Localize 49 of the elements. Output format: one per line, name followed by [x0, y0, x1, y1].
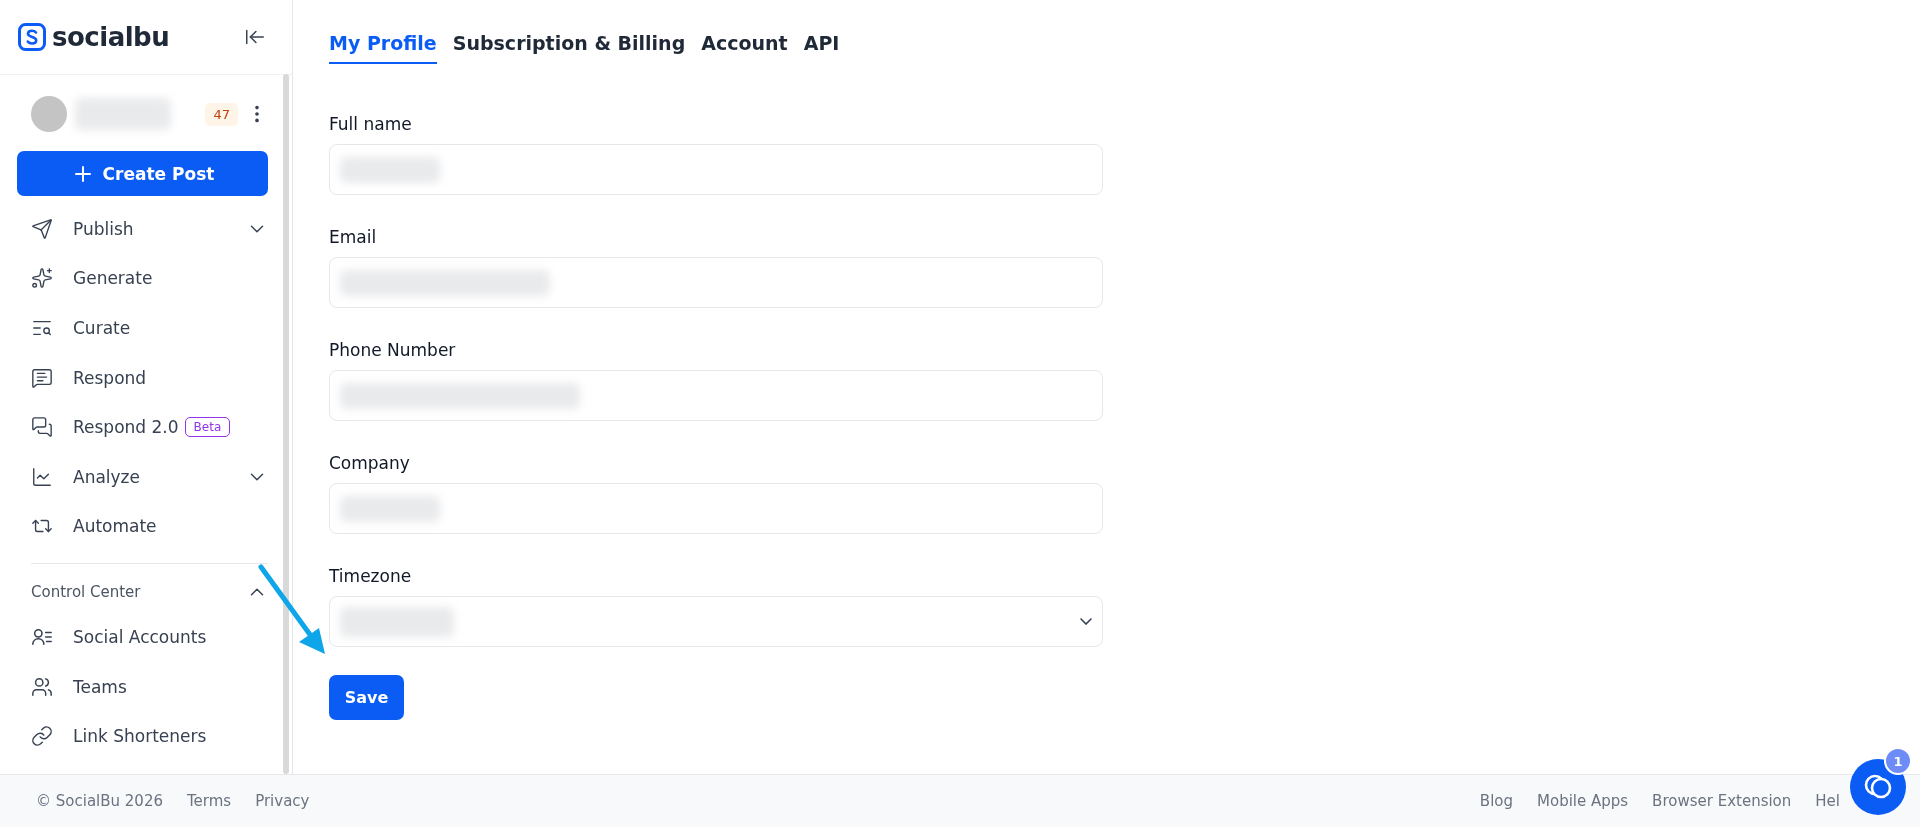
save-button[interactable]: Save: [329, 675, 404, 720]
field-label: Full name: [329, 114, 413, 134]
logo-text: socialbu: [52, 22, 170, 52]
footer-link[interactable]: Terms: [187, 792, 232, 810]
paper-plane-icon: [31, 217, 53, 240]
beta-tag: Beta: [184, 417, 231, 438]
sparkles-icon: [31, 267, 53, 290]
input-field[interactable]: [329, 483, 1103, 534]
footer-link[interactable]: Blog: [1479, 792, 1513, 810]
nav-item[interactable]: Link Shorteners: [73, 726, 207, 747]
count-badge: 47: [205, 102, 238, 126]
nav-item[interactable]: Curate: [73, 318, 131, 338]
nav-item[interactable]: Generate: [73, 268, 153, 289]
tab[interactable]: Subscription & Billing: [452, 24, 686, 64]
notification-badge: 1: [1884, 747, 1912, 775]
footer-link[interactable]: Privacy: [255, 792, 310, 810]
logo-icon: [18, 23, 46, 51]
copyright-text: © SocialBu 2026: [36, 792, 163, 810]
footer-link[interactable]: Mobile Apps: [1537, 792, 1629, 810]
input-field[interactable]: [329, 144, 1103, 195]
field-label: Email: [329, 227, 378, 247]
people-icon: [31, 675, 53, 698]
link-icon: [31, 725, 53, 748]
footer-link[interactable]: Browser Extension: [1652, 792, 1792, 810]
nav-item[interactable]: Publish: [73, 218, 134, 239]
section-title: Control Center: [31, 583, 141, 602]
tab[interactable]: API: [803, 24, 840, 64]
create-post-button[interactable]: Create Post: [17, 151, 268, 196]
input-field[interactable]: [329, 370, 1103, 421]
nav-item[interactable]: Teams: [73, 676, 127, 697]
field-label: Company: [329, 453, 411, 473]
nav-item[interactable]: Social Accounts: [73, 626, 207, 647]
avatar: [31, 96, 67, 132]
footer-link[interactable]: Hel: [1815, 792, 1840, 810]
nav-item[interactable]: Respond 2.0: [73, 417, 179, 438]
field-label: Phone Number: [329, 340, 457, 360]
chevron-down-icon: [1080, 618, 1092, 625]
field-label: Timezone: [329, 566, 413, 586]
messages-icon: [31, 416, 53, 439]
input-field[interactable]: [329, 257, 1103, 308]
message-icon: [31, 366, 53, 389]
scrollbar[interactable]: [283, 74, 289, 774]
tab[interactable]: My Profile: [329, 24, 437, 64]
nav-item[interactable]: Automate: [73, 516, 157, 537]
select-field[interactable]: [329, 596, 1103, 647]
nav-item[interactable]: Respond: [73, 367, 147, 388]
nav-item[interactable]: Analyze: [73, 466, 140, 487]
tab[interactable]: Account: [701, 24, 788, 64]
line-chart-icon: [31, 465, 53, 488]
